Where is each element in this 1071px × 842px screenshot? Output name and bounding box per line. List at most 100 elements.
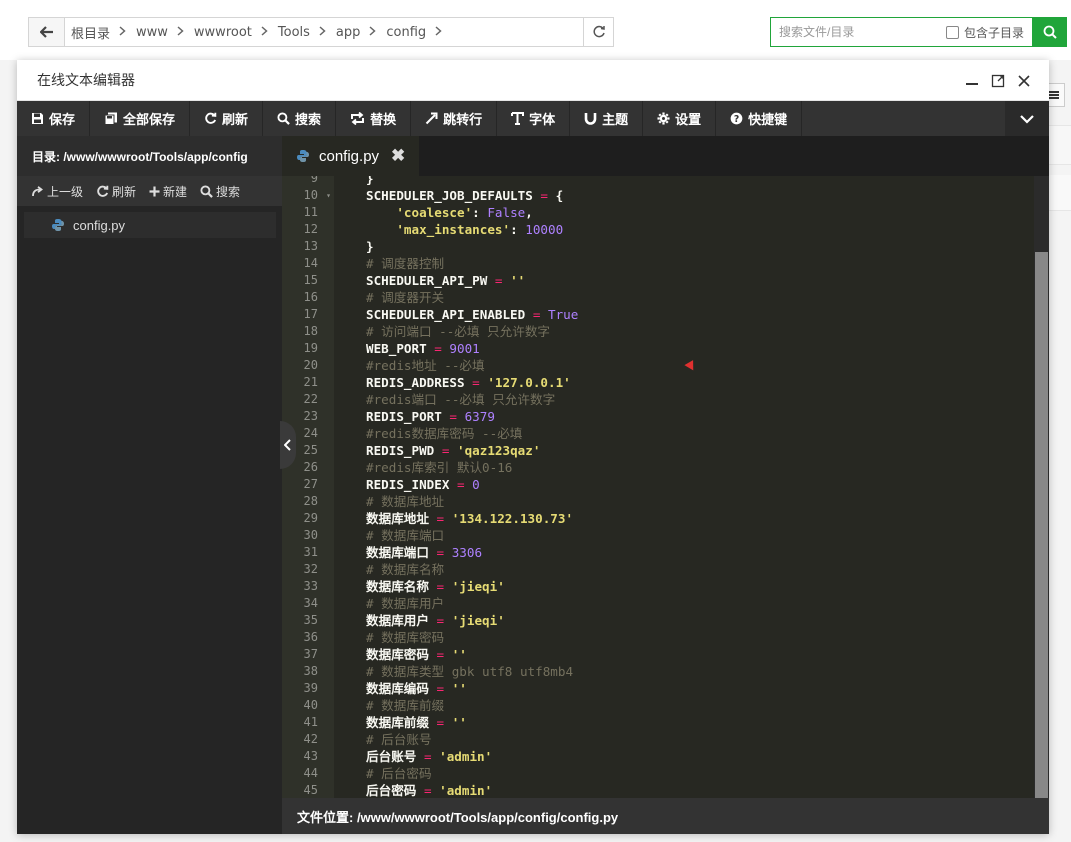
chevron-right-icon [261,25,268,39]
line-number-text: 10 [303,188,318,202]
line-number-text: 17 [303,307,318,321]
search-button[interactable] [1032,17,1067,47]
line-number: 22 [282,391,334,408]
line-number-text: 44 [303,766,318,780]
editor-area: config.py ✖ 9} 10 ▾ SCHEDULER_JOB_DEFAULTS … [282,136,1049,834]
tab-bar: config.py ✖ [282,136,1049,176]
code-text: # 数据库端口 [334,527,444,544]
line-number-text: 31 [303,545,318,559]
file-list-item[interactable]: config.py [24,212,276,238]
tab-close-icon[interactable]: ✖ [391,146,405,166]
sidebar-action[interactable]: 刷新 [96,183,136,200]
toolbar-button[interactable]: 替换 [336,101,412,136]
toolbar-button[interactable]: 设置 [643,101,717,136]
refresh-icon [592,25,605,38]
fold-arrow-icon[interactable]: ▾ [326,187,331,204]
line-number: 43 [282,748,334,765]
line-number-text: 45 [303,783,318,797]
toolbar-button[interactable]: 刷新 [190,101,264,136]
sidebar-action[interactable]: 上一级 [32,183,83,200]
breadcrumb-item[interactable]: www [136,25,194,40]
refresh-path-button[interactable] [583,18,613,46]
code-token: 数据库密码 [366,647,429,662]
toolbar-button[interactable]: ? 快捷键 [716,101,803,136]
breadcrumb-item[interactable]: config [386,25,452,40]
code-line: 19 WEB_PORT = 9001 [282,340,1034,357]
minimize-button[interactable] [959,69,985,93]
code-text: WEB_PORT = 9001 [334,340,480,357]
code-text: # 调度器开关 [334,289,444,306]
file-search-box: 包含子目录 [770,17,1033,47]
checkbox-box[interactable] [946,25,959,39]
code-token: : [472,205,488,220]
toolbar-button[interactable]: 保存 [17,101,91,136]
line-number-text: 20 [303,358,318,372]
line-number-text: 36 [303,630,318,644]
code-token: } [366,239,374,254]
code-token: 后台账号 [366,749,417,764]
line-number-text: 9 [310,176,318,185]
back-button[interactable] [29,18,65,46]
toolbar-button[interactable]: 字体 [497,101,571,136]
line-number: 45 [282,782,334,798]
code-token: { [555,188,564,203]
maximize-button[interactable] [985,69,1011,93]
line-number-text: 40 [303,698,318,712]
file-search-input[interactable] [771,19,936,45]
code-token: WEB_PORT [366,341,427,356]
code-text: 'max_instances': 10000 [334,221,563,238]
breadcrumb-item[interactable]: 根目录 [71,23,136,42]
scrollbar-thumb[interactable] [1035,252,1048,798]
vertical-scrollbar[interactable] [1034,176,1049,798]
line-number: 39 [282,680,334,697]
code-token: REDIS_PWD [366,443,435,458]
code-token: SCHEDULER_API_PW [366,273,488,288]
code-line: 36 # 数据库密码 [282,629,1034,646]
line-number: 35 [282,612,334,629]
toolbar-button-label: 刷新 [222,112,249,127]
code-line: 13} [282,238,1034,255]
breadcrumb-label: www [136,24,168,40]
code-token: = [428,647,452,662]
line-number-text: 32 [303,562,318,576]
code-token: = [449,477,473,492]
toolbar-button[interactable]: 主题 [570,101,644,136]
code-text: # 后台密码 [334,765,432,782]
line-number: 10 ▾ [282,187,334,204]
line-number: 28 [282,493,334,510]
line-number: 41 [282,714,334,731]
breadcrumb-item[interactable]: app [336,25,386,40]
include-subdir-label: 包含子目录 [964,25,1025,40]
refresh-icon [204,112,217,125]
code-token: = [428,613,452,628]
code-editor[interactable]: 9} 10 ▾ SCHEDULER_JOB_DEFAULTS = {11 'coale… [282,176,1049,798]
line-number-text: 28 [303,494,318,508]
close-button[interactable] [1011,69,1037,93]
breadcrumb-item[interactable]: Tools [278,25,336,40]
code-token: #redis地址 --必填 [366,358,485,373]
sidebar-action[interactable]: 新建 [149,183,187,200]
line-number: 30 [282,527,334,544]
include-subdir-checkbox[interactable]: 包含子目录 [946,24,1024,41]
code-line: 17 SCHEDULER_API_ENABLED = True [282,306,1034,323]
code-text: 'coalesce': False, [334,204,533,221]
code-text: # 数据库用户 [334,595,444,612]
sidebar-action[interactable]: 搜索 [200,183,240,200]
code-text: #redis端口 --必填 只允许数字 [334,391,555,408]
tab-config-py[interactable]: config.py ✖ [282,136,420,176]
font-icon [511,112,525,125]
code-line: 24 #redis数据库密码 --必填 [282,425,1034,442]
code-text: # 后台账号 [334,731,432,748]
background-table-row [1049,175,1071,211]
toolbar-collapse-button[interactable] [1005,101,1049,136]
code-text: 数据库端口 = 3306 [334,544,482,561]
code-text: 数据库编码 = '' [334,680,467,697]
editor-toolbar: 保存 全部保存 刷新 搜索 替换 跳转行 字体 主题 设置? 快捷键 [17,101,1049,136]
line-number: 13 [282,238,334,255]
code-token: 数据库端口 [366,545,429,560]
breadcrumb-item[interactable]: wwwroot [194,25,278,40]
toolbar-button[interactable]: 搜索 [263,101,337,136]
toolbar-button[interactable]: 全部保存 [90,101,191,136]
line-number-text: 43 [303,749,318,763]
toolbar-button[interactable]: 跳转行 [411,101,498,136]
